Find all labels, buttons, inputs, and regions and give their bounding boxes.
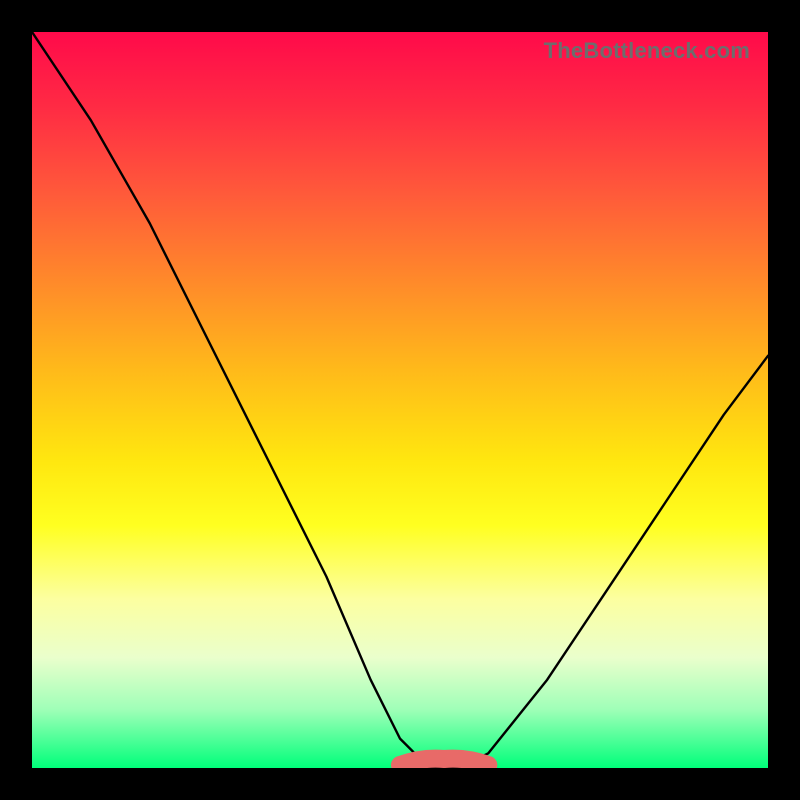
plot-area: TheBottleneck.com [32, 32, 768, 768]
highlight-segment [400, 759, 488, 765]
bottleneck-curve-path [32, 32, 768, 768]
chart-frame: TheBottleneck.com [0, 0, 800, 800]
curve-layer [32, 32, 768, 768]
